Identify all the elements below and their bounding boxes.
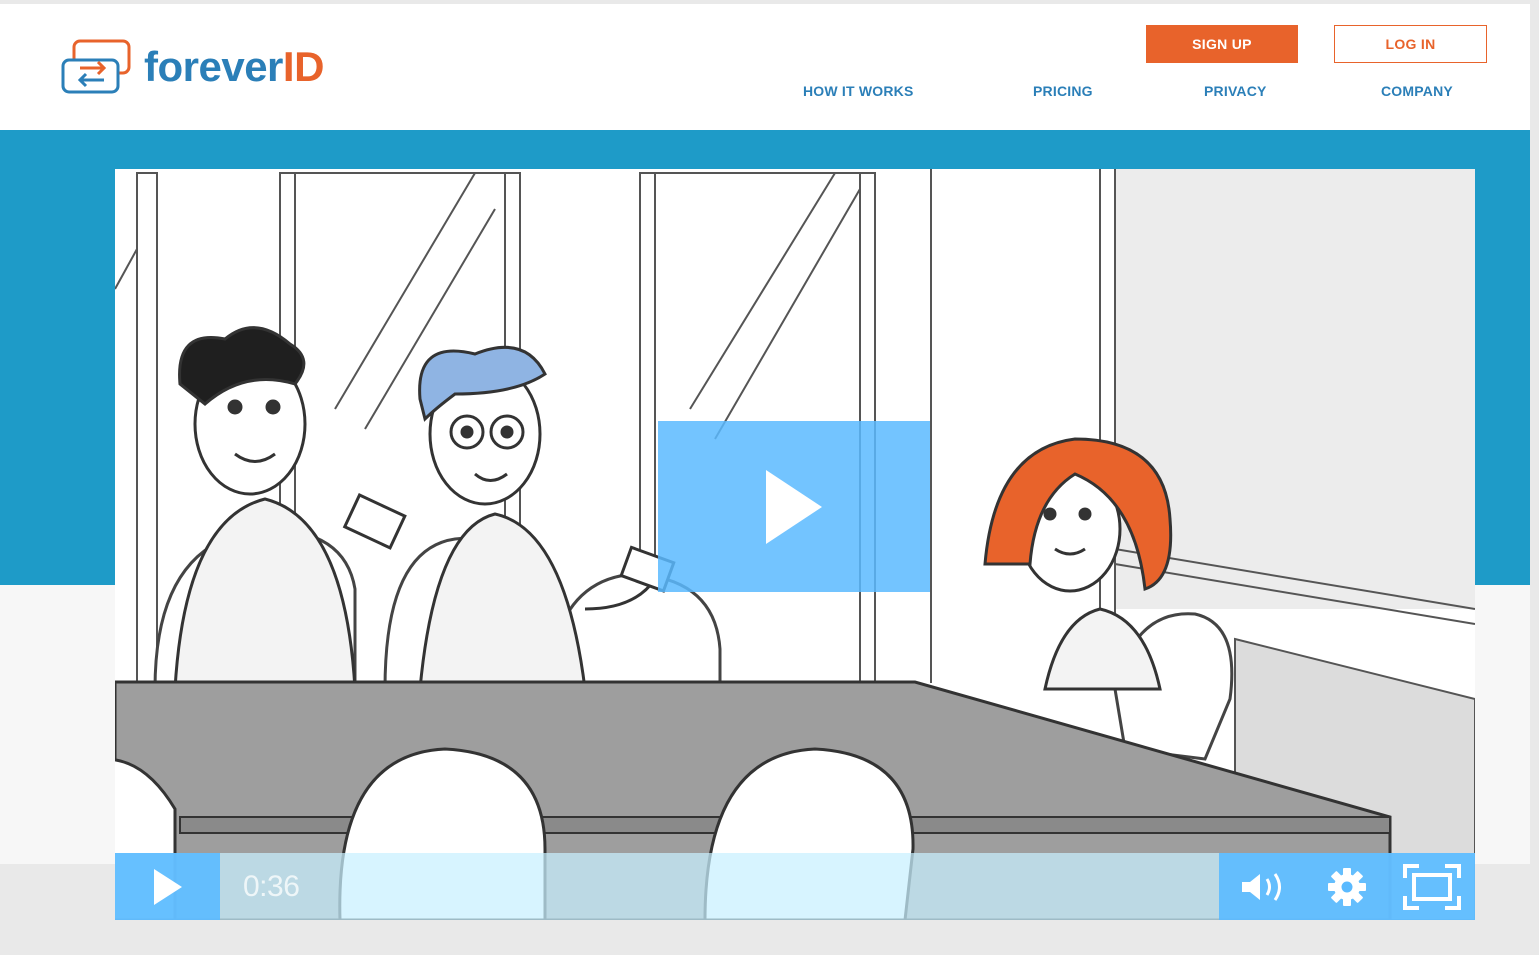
fullscreen-button[interactable] xyxy=(1389,853,1475,920)
control-play-button[interactable] xyxy=(115,853,220,920)
play-icon xyxy=(766,469,822,544)
play-icon xyxy=(153,868,182,905)
nav-how-it-works[interactable]: HOW IT WORKS xyxy=(803,83,914,99)
gear-icon xyxy=(1328,867,1366,906)
nav-privacy[interactable]: PRIVACY xyxy=(1204,83,1267,99)
nav-pricing[interactable]: PRICING xyxy=(1033,83,1093,99)
nav-company[interactable]: COMPANY xyxy=(1381,83,1453,99)
volume-button[interactable] xyxy=(1225,853,1305,920)
fullscreen-icon xyxy=(1403,863,1461,910)
big-play-button[interactable] xyxy=(658,421,930,592)
sign-up-button[interactable]: SIGN UP xyxy=(1146,25,1298,63)
video-player[interactable]: 0:36 xyxy=(115,169,1475,920)
playback-time: 0:36 xyxy=(243,870,300,903)
brand-name-forever: forever xyxy=(144,43,283,90)
video-control-group xyxy=(1219,853,1475,920)
brand-name-id: ID xyxy=(282,43,325,90)
site-header: foreverID SIGN UP LOG IN HOW IT WORKS PR… xyxy=(0,4,1530,130)
log-in-button[interactable]: LOG IN xyxy=(1334,25,1487,63)
brand-logo[interactable]: foreverID xyxy=(60,38,324,96)
swap-arrows-logo-icon xyxy=(61,39,131,94)
brand-wordmark: foreverID xyxy=(144,46,324,88)
settings-button[interactable] xyxy=(1307,853,1387,920)
volume-icon xyxy=(1242,872,1281,901)
